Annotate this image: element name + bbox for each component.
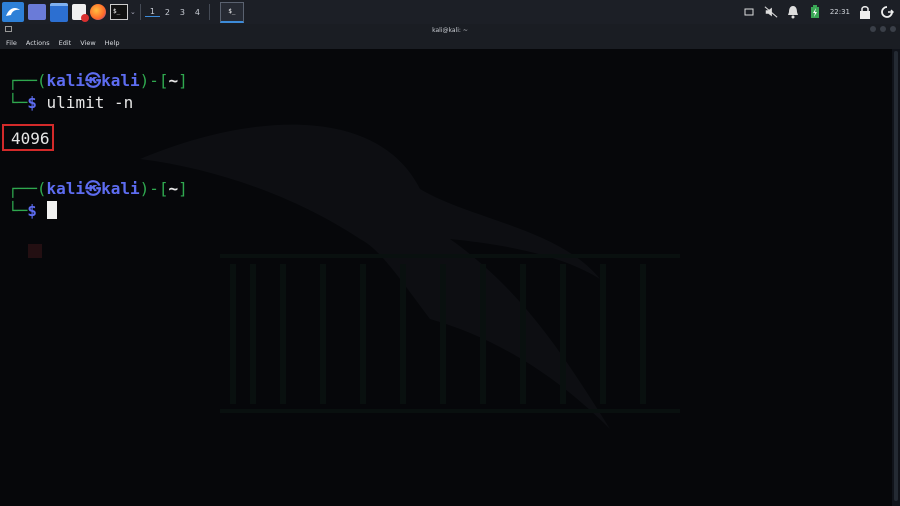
- mute-icon[interactable]: [764, 5, 778, 19]
- prompt-dir: ~: [168, 179, 179, 198]
- terminal-task-button[interactable]: $_: [219, 1, 244, 23]
- show-desktop-icon[interactable]: [28, 2, 46, 22]
- terminal-task-label: $_: [228, 8, 236, 15]
- prompt-host: kali: [101, 71, 140, 90]
- workspace-3[interactable]: 3: [175, 8, 190, 17]
- window-titlebar[interactable]: kali@kali: ~: [0, 24, 900, 36]
- command-line-1: └─$ ulimit -n: [8, 93, 133, 113]
- prompt-host: kali: [101, 179, 140, 198]
- menu-bar: File Actions Edit View Help: [0, 36, 900, 49]
- prompt-corner: └─: [8, 93, 28, 112]
- prompt-bracket: )-[: [139, 71, 169, 90]
- prompt-bracket: ┌──(: [8, 71, 47, 90]
- kali-dragon-watermark: [28, 124, 680, 429]
- prompt-line-2: ┌──(kali㉿kali)-[~]: [8, 179, 188, 199]
- prompt-bracket: ┌──(: [8, 179, 47, 198]
- prompt-bracket: ]: [178, 71, 188, 90]
- kali-menu-icon[interactable]: [2, 2, 24, 22]
- firefox-icon[interactable]: [90, 2, 106, 22]
- menu-edit[interactable]: Edit: [59, 39, 72, 47]
- menu-actions[interactable]: Actions: [26, 39, 50, 47]
- command-line-2[interactable]: └─$: [8, 201, 57, 221]
- prompt-dir: ~: [168, 71, 179, 90]
- terminal-area[interactable]: ┌──(kali㉿kali)-[~] └─$ ulimit -n 4096 ┌─…: [0, 49, 892, 506]
- file-manager-icon[interactable]: [50, 2, 68, 22]
- prompt-bracket: )-[: [139, 179, 169, 198]
- prompt-user: kali: [46, 71, 86, 90]
- output-highlight-box: [2, 124, 54, 151]
- system-tray: 22:31: [742, 5, 900, 19]
- prompt-user: kali: [46, 179, 86, 198]
- scrollbar-thumb[interactable]: [894, 51, 898, 501]
- workspace-2[interactable]: 2: [160, 8, 175, 17]
- menu-view[interactable]: View: [80, 39, 95, 47]
- workspace-1[interactable]: 1: [144, 7, 160, 17]
- maximize-button[interactable]: [880, 26, 886, 32]
- lock-icon[interactable]: [858, 5, 872, 19]
- chevron-down-icon[interactable]: ⌄: [130, 2, 136, 22]
- terminal-launcher-icon[interactable]: $_: [110, 2, 128, 22]
- divider: [208, 4, 210, 20]
- divider: [139, 4, 141, 20]
- minimize-button[interactable]: [870, 26, 876, 32]
- menu-help[interactable]: Help: [105, 39, 120, 47]
- command-text: ulimit -n: [36, 93, 134, 112]
- terminal-scrollbar[interactable]: [892, 49, 900, 506]
- notification-bell-icon[interactable]: [786, 5, 800, 19]
- prompt-dollar: $: [27, 201, 37, 220]
- text-editor-icon[interactable]: [72, 2, 89, 22]
- taskbar: $_ ⌄ 1 2 3 4 $_ 22:31: [0, 0, 900, 24]
- menu-file[interactable]: File: [6, 39, 17, 47]
- logout-icon[interactable]: [880, 5, 894, 19]
- battery-charging-icon[interactable]: [808, 5, 822, 19]
- window-title: kali@kali: ~: [432, 26, 468, 34]
- prompt-bracket: ]: [178, 179, 188, 198]
- prompt-corner: └─: [8, 201, 28, 220]
- text-cursor: [46, 201, 57, 219]
- clock[interactable]: 22:31: [830, 8, 850, 16]
- workspace-4[interactable]: 4: [190, 8, 205, 17]
- prompt-at-symbol: ㉿: [85, 71, 102, 90]
- prompt-dollar: $: [27, 93, 37, 112]
- prompt-line-1: ┌──(kali㉿kali)-[~]: [8, 71, 188, 91]
- prompt-at-symbol: ㉿: [85, 179, 102, 198]
- screen-icon[interactable]: [742, 5, 756, 19]
- close-button[interactable]: [890, 26, 896, 32]
